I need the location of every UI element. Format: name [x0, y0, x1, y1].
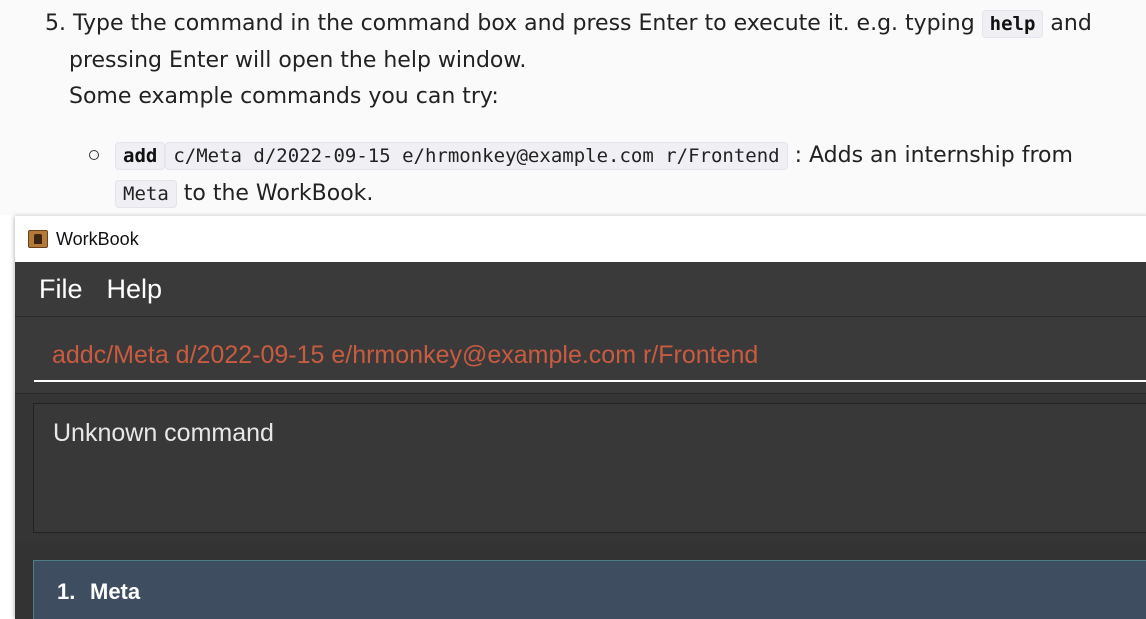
- list-item-company: Meta: [90, 579, 141, 604]
- step-text-end: and: [1043, 11, 1092, 36]
- inline-code-help: help: [981, 10, 1044, 38]
- list-item[interactable]: 1. Meta: [33, 560, 1146, 619]
- command-box-area: [15, 317, 1146, 394]
- menu-bar: File Help: [15, 262, 1146, 317]
- result-display: Unknown command: [33, 403, 1146, 533]
- inline-code-add: add: [115, 142, 166, 170]
- step-number: 5.: [45, 11, 66, 36]
- documentation-page: 5. Type the command in the command box a…: [0, 0, 1146, 215]
- step-text: Type the command in the command box and …: [73, 11, 982, 36]
- window-title: WorkBook: [56, 228, 139, 249]
- list-item-index: 1.: [57, 579, 76, 604]
- example-description: : Adds an internship from: [787, 143, 1073, 168]
- menu-help[interactable]: Help: [95, 274, 175, 305]
- title-bar[interactable]: WorkBook: [15, 216, 1146, 262]
- internship-list: 1. Meta: [15, 543, 1146, 619]
- step-5-line-1: 5. Type the command in the command box a…: [45, 9, 1092, 39]
- command-input[interactable]: [34, 331, 1146, 382]
- workbook-window: WorkBook File Help Unknown command 1. Me…: [15, 216, 1146, 619]
- step-5-line-3: Some example commands you can try:: [69, 84, 499, 109]
- inline-code-args: c/Meta d/2022-09-15 e/hrmonkey@example.c…: [165, 142, 788, 170]
- step-5-line-2: pressing Enter will open the help window…: [69, 48, 527, 73]
- bullet-icon: [89, 150, 99, 160]
- menu-file[interactable]: File: [27, 274, 95, 305]
- result-text: Unknown command: [53, 419, 274, 447]
- address-book-icon: [28, 230, 48, 248]
- inline-code-meta: Meta: [115, 180, 177, 208]
- example-command-line: add c/Meta d/2022-09-15 e/hrmonkey@exampl…: [115, 141, 1073, 171]
- example-command-line-2: Meta to the WorkBook.: [115, 179, 373, 209]
- example-description-end: to the WorkBook.: [176, 181, 374, 206]
